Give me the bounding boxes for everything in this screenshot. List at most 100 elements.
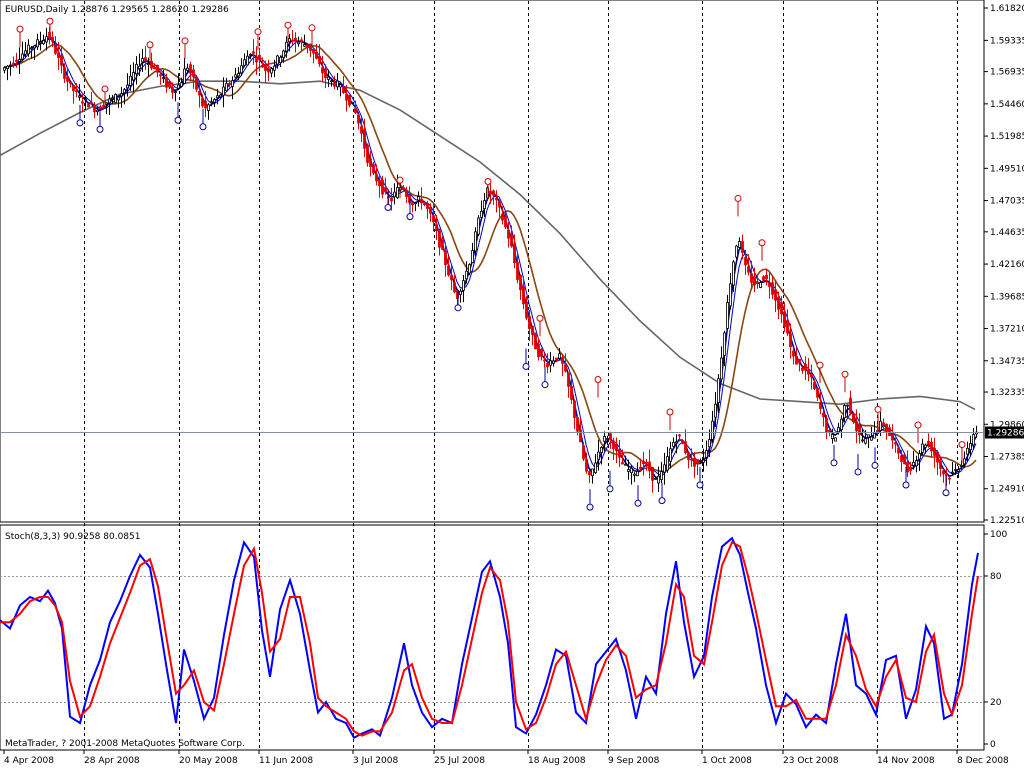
candle-body — [648, 461, 651, 472]
candle-body — [567, 372, 570, 387]
candle-body — [459, 290, 462, 295]
candle-body — [141, 58, 144, 63]
candle-body — [246, 55, 249, 66]
candle-body — [696, 459, 699, 465]
candle-body — [57, 52, 60, 58]
candle-body — [366, 144, 369, 163]
candle-body — [192, 69, 195, 78]
candle-body — [354, 108, 357, 113]
candle-body — [951, 471, 954, 474]
candle-body — [906, 462, 909, 473]
candle-body — [93, 105, 96, 113]
candle-body — [798, 358, 801, 364]
candle-body — [684, 441, 687, 454]
candle-body — [120, 93, 123, 97]
candle-body — [762, 276, 765, 281]
candle-body — [396, 187, 399, 199]
price-tick-label: 1.42160 — [990, 260, 1024, 270]
candle-body — [135, 63, 138, 75]
candle-body — [441, 239, 444, 250]
candle-body — [513, 244, 516, 264]
candle-body — [969, 443, 972, 451]
candle-body — [681, 439, 684, 444]
candle-body — [498, 201, 501, 208]
candle-body — [429, 207, 432, 214]
candle-body — [156, 64, 159, 73]
candle-body — [402, 187, 405, 190]
candle-body — [612, 440, 615, 449]
candle-body — [345, 94, 348, 101]
candle-body — [777, 297, 780, 310]
candle-body — [138, 65, 141, 70]
stoch-tick-label: 0 — [990, 740, 996, 750]
candle-body — [474, 231, 477, 252]
candle-body — [639, 466, 642, 469]
fractal-down — [406, 213, 414, 221]
time-tick-label: 1 Oct 2008 — [702, 756, 752, 766]
price-tick-label: 1.22510 — [990, 516, 1024, 526]
candle-body — [546, 362, 549, 368]
fractal-up — [308, 24, 316, 32]
candle-body — [885, 423, 888, 432]
candle-body — [60, 55, 63, 66]
price-tick-label: 1.37210 — [990, 325, 1024, 335]
candle-body — [159, 74, 162, 77]
candle-body — [954, 469, 957, 471]
candle-body — [627, 469, 630, 472]
fractal-down — [541, 381, 549, 389]
fractal-up — [841, 370, 849, 378]
candle-body — [747, 266, 750, 273]
candle-body — [669, 448, 672, 462]
time-tick-label: 18 Aug 2008 — [528, 756, 586, 766]
candle-body — [552, 360, 555, 364]
candle-body — [9, 64, 12, 67]
candle-body — [165, 77, 168, 88]
candle-body — [918, 453, 921, 460]
fractal-down — [871, 461, 879, 469]
candle-body — [813, 382, 816, 390]
candle-body — [858, 424, 861, 436]
candle-body — [150, 60, 153, 69]
candle-body — [477, 217, 480, 235]
candle-body — [6, 65, 9, 70]
candle-body — [873, 432, 876, 439]
candle-body — [462, 280, 465, 291]
candle-body — [204, 100, 207, 109]
fractal-down — [199, 123, 207, 131]
candle-body — [312, 49, 315, 54]
trading-chart[interactable]: 1.61820 1.59335 1.56935 1.54460 1.51985 1.495… — [0, 0, 1024, 768]
stoch-tick-label: 100 — [990, 530, 1007, 540]
candle-body — [660, 471, 663, 481]
candle-body — [195, 77, 198, 90]
candle-body — [351, 102, 354, 104]
candle-body — [855, 421, 858, 432]
candle-body — [285, 41, 288, 52]
candle-body — [543, 359, 546, 362]
candle-body — [183, 68, 186, 84]
candle-body — [33, 45, 36, 49]
candle-body — [453, 282, 456, 293]
fractal-up — [101, 85, 109, 93]
candle-body — [201, 98, 204, 107]
time-tick-label: 20 May 2008 — [179, 756, 238, 766]
candle-body — [72, 85, 75, 92]
candle-body — [897, 447, 900, 454]
candle-body — [369, 158, 372, 167]
candle-body — [891, 432, 894, 441]
candle-body — [405, 189, 408, 198]
candle-body — [930, 441, 933, 452]
stoch-tick-label: 20 — [990, 698, 1002, 708]
candle-body — [450, 275, 453, 281]
fractal-up — [284, 21, 292, 29]
candle-body — [261, 65, 264, 68]
candle-body — [603, 436, 606, 442]
candle-body — [693, 457, 696, 467]
candle-body — [804, 363, 807, 371]
price-tick-label: 1.44635 — [990, 228, 1024, 238]
fractal-up — [484, 177, 492, 185]
candle-body — [846, 404, 849, 407]
candle-body — [66, 76, 69, 82]
price-tick-label: 1.27385 — [990, 453, 1024, 463]
candle-body — [423, 201, 426, 206]
candle-body — [267, 68, 270, 73]
